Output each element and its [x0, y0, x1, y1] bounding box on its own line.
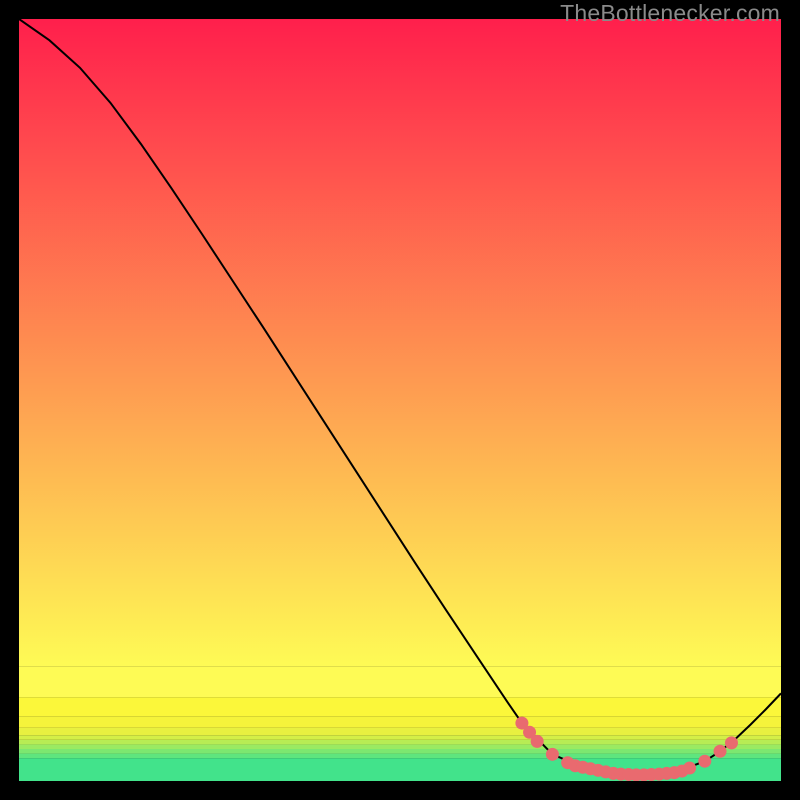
marker-dot [683, 762, 696, 775]
marker-dot [714, 745, 727, 758]
marker-dot [531, 735, 544, 748]
watermark-label: TheBottlenecker.com [560, 0, 780, 27]
marker-dot [698, 755, 711, 768]
chart-plot [19, 19, 781, 781]
marker-dot [725, 736, 738, 749]
marker-dot [546, 748, 559, 761]
chart-frame: TheBottlenecker.com [0, 0, 800, 800]
